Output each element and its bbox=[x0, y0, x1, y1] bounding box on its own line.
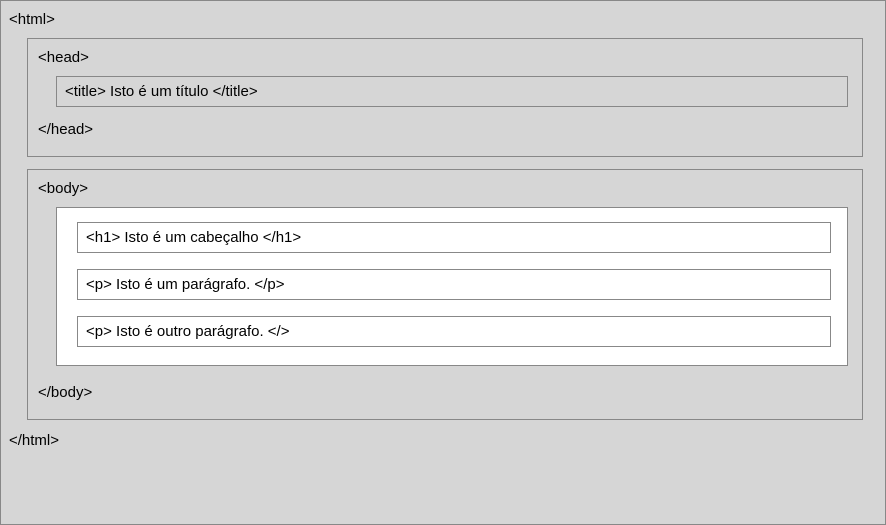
head-section: <head> <title> Isto é um título </title>… bbox=[27, 38, 863, 157]
head-open-tag: <head> bbox=[38, 49, 848, 66]
h1-element: <h1> Isto é um cabeçalho </h1> bbox=[77, 222, 831, 253]
body-content-area: <h1> Isto é um cabeçalho </h1> <p> Isto … bbox=[56, 207, 848, 366]
body-close-tag: </body> bbox=[38, 384, 848, 401]
p-element-1: <p> Isto é um parágrafo. </p> bbox=[77, 269, 831, 300]
body-open-tag: <body> bbox=[38, 180, 848, 197]
p-element-2: <p> Isto é outro parágrafo. </> bbox=[77, 316, 831, 347]
html-structure-diagram: <html> <head> <title> Isto é um título <… bbox=[0, 0, 886, 525]
body-section: <body> <h1> Isto é um cabeçalho </h1> <p… bbox=[27, 169, 863, 420]
head-close-tag: </head> bbox=[38, 121, 848, 138]
html-close-tag: </html> bbox=[9, 432, 863, 449]
html-open-tag: <html> bbox=[9, 11, 863, 28]
title-element: <title> Isto é um título </title> bbox=[56, 76, 848, 107]
